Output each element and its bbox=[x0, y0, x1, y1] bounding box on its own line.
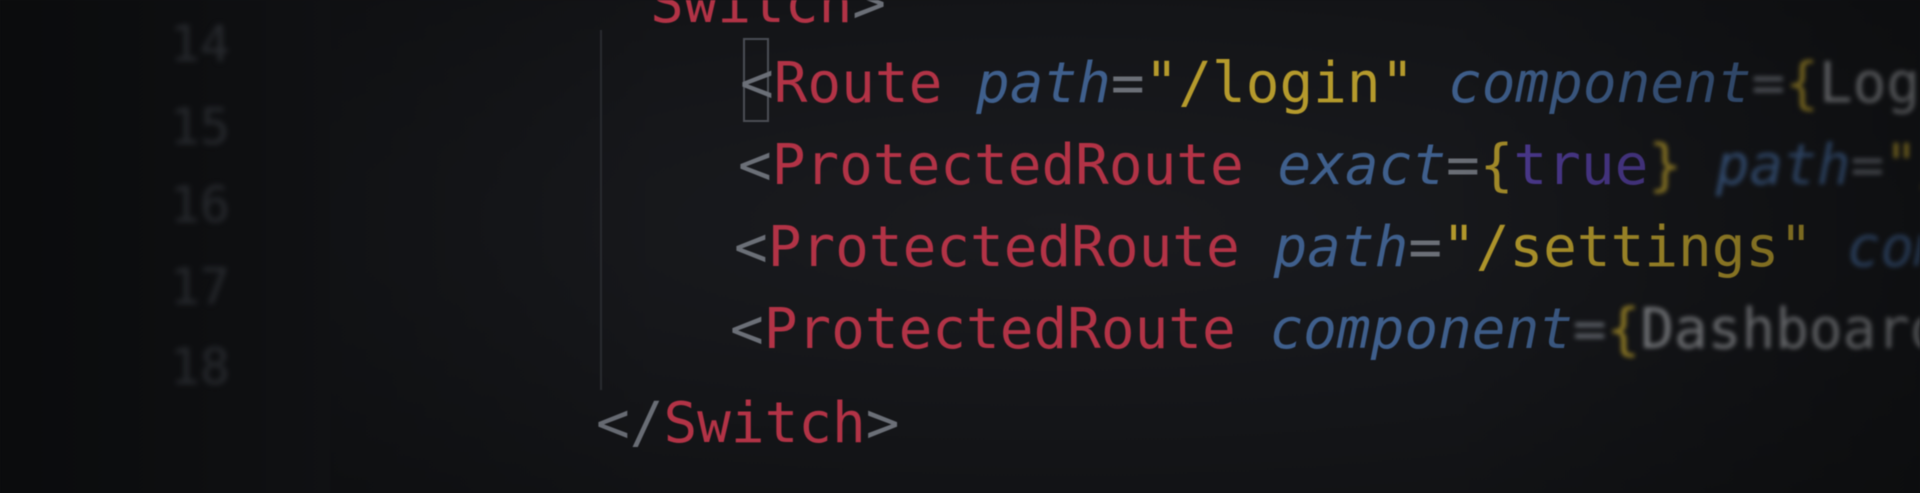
code-token-punct: < bbox=[740, 51, 774, 116]
code-token-comp: Dashboard bbox=[1640, 297, 1920, 362]
line-number-18: 18 bbox=[169, 338, 230, 396]
code-line-switch-close[interactable]: </Switch> bbox=[596, 394, 899, 454]
code-token-punct: </ bbox=[596, 391, 664, 456]
code-line-protected-dashboard[interactable]: <ProtectedRoute component={Dashboard} /> bbox=[730, 300, 1920, 360]
code-line-protected-settings[interactable]: <ProtectedRoute path="/settings" compone… bbox=[734, 218, 1920, 278]
code-token-tag: ProtectedRoute bbox=[771, 133, 1244, 198]
code-token-brace: { bbox=[1479, 133, 1514, 198]
code-token-tag: Switch bbox=[663, 391, 866, 456]
code-token-brace: } bbox=[1648, 133, 1683, 198]
code-token-tag: Switch bbox=[650, 0, 853, 36]
code-token-punct: = bbox=[1446, 133, 1480, 198]
line-number-17: 17 bbox=[169, 258, 230, 316]
code-token-tag: ProtectedRoute bbox=[767, 215, 1240, 280]
code-token-attr: component bbox=[1448, 51, 1752, 116]
indent-guide bbox=[600, 30, 602, 390]
code-token-punct: = bbox=[1850, 133, 1885, 198]
code-token-comp: Login bbox=[1818, 51, 1920, 116]
code-token-punct: = bbox=[1751, 51, 1786, 116]
code-token-attr: component bbox=[1846, 215, 1920, 280]
code-token-punct: > bbox=[865, 391, 900, 456]
code-token-punct: = bbox=[1408, 215, 1443, 280]
code-token-brace: { bbox=[1606, 297, 1641, 362]
code-line-switch-open[interactable]: Switch> bbox=[650, 0, 886, 34]
line-number-15: 15 bbox=[169, 98, 230, 156]
code-token-punct: = bbox=[1110, 51, 1145, 116]
line-number-gutter: 14 15 16 17 18 bbox=[0, 0, 330, 493]
code-token-brace: { bbox=[1785, 51, 1819, 116]
code-token-tag: ProtectedRoute bbox=[763, 297, 1236, 362]
code-token-punct: < bbox=[734, 215, 768, 280]
code-token-punct: > bbox=[852, 0, 887, 36]
code-token-attr: component bbox=[1269, 297, 1573, 362]
code-token-attr: path bbox=[1715, 133, 1851, 198]
code-token-attr: exact bbox=[1277, 133, 1447, 198]
line-number-16: 16 bbox=[169, 176, 230, 234]
code-token-kw: true bbox=[1513, 133, 1649, 198]
code-token-punct: < bbox=[730, 297, 764, 362]
code-token-str: "/settings" bbox=[1442, 215, 1813, 280]
code-line-protected-root[interactable]: <ProtectedRoute exact={true} path="/" co… bbox=[738, 136, 1920, 196]
code-token-attr: path bbox=[976, 51, 1111, 116]
code-token-punct: < bbox=[738, 133, 772, 198]
code-token-str: "/login" bbox=[1144, 51, 1415, 116]
code-token-attr: path bbox=[1273, 215, 1409, 280]
code-line-route-login[interactable]: <Route path="/login" component={Login} /… bbox=[740, 54, 1920, 114]
line-number-14: 14 bbox=[169, 15, 230, 73]
code-editor[interactable]: 14 15 16 17 18 Switch> <Route path="/log… bbox=[0, 0, 1920, 493]
code-token-punct: = bbox=[1572, 297, 1607, 362]
code-token-tag: Route bbox=[773, 51, 943, 116]
code-token-str: "/" bbox=[1884, 133, 1920, 198]
